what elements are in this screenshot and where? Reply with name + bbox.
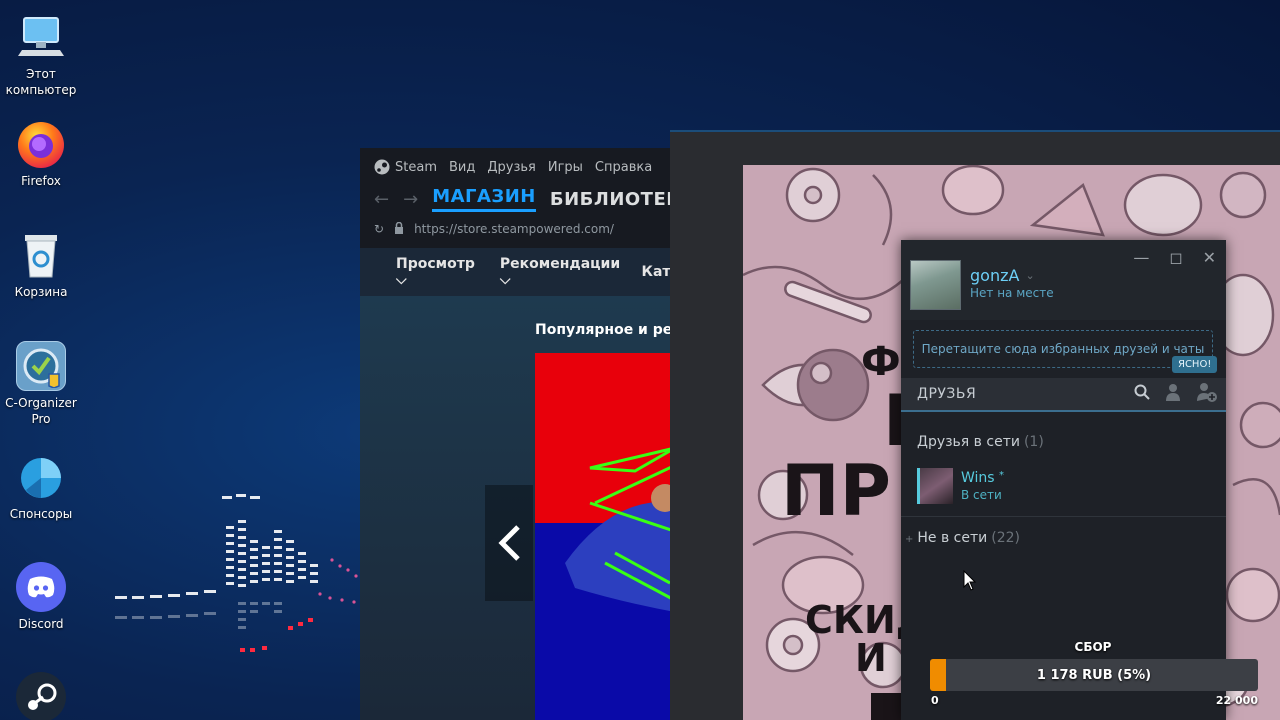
discord-icon: [16, 562, 66, 612]
promo-capsule-image[interactable]: [535, 353, 680, 720]
steam-icon: [16, 672, 66, 720]
friend-avatar: [917, 468, 953, 504]
firefox-icon: [16, 119, 66, 169]
friend-status: В сети: [961, 488, 1002, 502]
computer-icon: [16, 12, 66, 62]
store-section-heading: Популярное и реко: [535, 322, 680, 338]
menu-steam[interactable]: Steam: [374, 159, 437, 175]
store-nav-bar: Просмотр ⌵ Рекомендации ⌵ Кате: [360, 248, 680, 296]
friend-name: Wins *: [961, 470, 1005, 486]
url-bar: ↻ https://store.steampowered.com/: [374, 220, 614, 238]
menu-games[interactable]: Игры: [548, 160, 583, 175]
tab-store[interactable]: МАГАЗИН: [432, 186, 536, 212]
mouse-cursor-icon: [963, 569, 977, 596]
plus-icon: +: [905, 534, 914, 545]
banner-text-line-5: И: [855, 636, 887, 680]
minimize-icon[interactable]: —: [1133, 248, 1149, 267]
lock-icon: [394, 221, 404, 237]
chevron-left-icon: [498, 525, 520, 561]
forward-arrow-icon[interactable]: →: [403, 189, 418, 210]
friends-section-title: ДРУЗЬЯ: [917, 386, 977, 402]
donation-goal: СБОР 1 178 RUB (5%) 0 22 000: [928, 640, 1258, 712]
steam-menu-bar: Steam Вид Друзья Игры Справка: [374, 158, 652, 176]
friends-tools: [1134, 382, 1218, 406]
search-icon[interactable]: [1134, 384, 1150, 404]
chevron-down-icon: ⌄: [1025, 269, 1035, 282]
star-icon: *: [999, 470, 1005, 481]
url-text[interactable]: https://store.steampowered.com/: [414, 222, 614, 236]
desktop-icon-sponsors[interactable]: Спонсоры: [0, 452, 82, 522]
desktop-icon-steam[interactable]: [0, 672, 82, 720]
desktop-icon-c-organizer[interactable]: C-Organizer Pro: [0, 341, 82, 427]
banner-text-line-1: Ф: [861, 339, 901, 385]
user-icon[interactable]: [1164, 383, 1182, 405]
steam-logo-icon: [374, 159, 390, 175]
menu-view[interactable]: Вид: [449, 160, 475, 175]
c-organizer-icon: [16, 341, 66, 391]
donation-max: 22 000: [1215, 694, 1258, 707]
maximize-icon[interactable]: ◻: [1169, 248, 1182, 267]
desktop-icon-computer[interactable]: Этот компьютер: [0, 12, 82, 98]
back-arrow-icon[interactable]: ←: [374, 189, 389, 210]
menu-help[interactable]: Справка: [595, 160, 652, 175]
recycle-bin-icon: [16, 230, 66, 280]
divider: [901, 516, 1226, 517]
donation-min: 0: [931, 694, 939, 707]
steam-nav-row: ← → МАГАЗИН БИБЛИОТЕК: [374, 186, 680, 212]
avatar[interactable]: [910, 260, 961, 310]
donation-title: СБОР: [1074, 640, 1112, 654]
add-friend-icon[interactable]: [1196, 382, 1218, 406]
user-status: Нет на месте: [970, 286, 1054, 300]
tab-library[interactable]: БИБЛИОТЕК: [550, 189, 680, 210]
menu-friends[interactable]: Друзья: [487, 160, 536, 175]
desktop-icon-discord[interactable]: Discord: [0, 562, 82, 632]
desktop-icon-firefox[interactable]: Firefox: [0, 119, 82, 189]
sponsors-icon: [16, 452, 66, 502]
list-item[interactable]: Wins * В сети: [917, 466, 1217, 506]
online-friends-group[interactable]: Друзья в сети (1): [917, 434, 1044, 450]
desktop-icons: Этот компьютер Firefox Корзина C-Organiz…: [0, 0, 82, 720]
store-nav-browse[interactable]: Просмотр ⌵: [396, 256, 482, 288]
refresh-icon[interactable]: ↻: [374, 222, 384, 236]
banner-text-line-3: ПР: [781, 450, 891, 532]
close-icon[interactable]: ✕: [1203, 248, 1216, 267]
friends-header: — ◻ ✕ gonzA ⌄ Нет на месте: [901, 240, 1226, 320]
favorites-drop-zone[interactable]: Перетащите сюда избранных друзей и чаты: [913, 330, 1213, 368]
donation-progress-track: 1 178 RUB (5%): [930, 659, 1258, 691]
desktop-icon-recycle-bin[interactable]: Корзина: [0, 230, 82, 300]
chevron-down-icon: ⌵: [396, 272, 407, 288]
carousel-prev-button[interactable]: [485, 485, 533, 601]
steam-store-window: Steam Вид Друзья Игры Справка ← → МАГАЗИ…: [360, 148, 680, 720]
dismiss-hint-button[interactable]: ЯСНО!: [1172, 356, 1218, 373]
offline-friends-group[interactable]: + Не в сети (22): [905, 530, 1020, 546]
user-name[interactable]: gonzA ⌄: [970, 266, 1035, 285]
chevron-down-icon: ⌵: [499, 272, 511, 288]
donation-amount: 1 178 RUB (5%): [1036, 667, 1152, 683]
window-controls: — ◻ ✕: [1133, 248, 1216, 267]
friends-section-bar: ДРУЗЬЯ: [901, 378, 1226, 412]
store-nav-recommendations[interactable]: Рекомендации ⌵: [500, 256, 624, 288]
